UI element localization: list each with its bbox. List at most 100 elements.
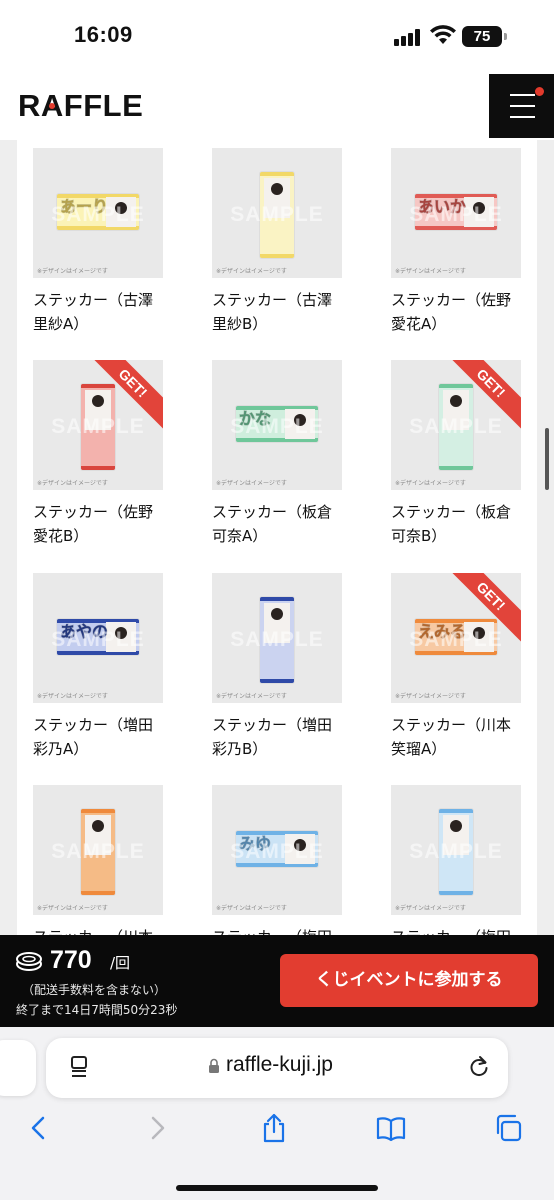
coin-icon [16, 952, 42, 971]
sample-watermark: SAMPLE [51, 840, 145, 863]
sticker-band [439, 384, 473, 388]
product-image[interactable]: えみる SAMPLE ※デザインはイメージです GET! [391, 573, 521, 703]
product-image[interactable]: かな SAMPLE ※デザインはイメージです [212, 360, 342, 490]
sample-watermark: SAMPLE [409, 415, 503, 438]
notification-dot [535, 87, 544, 96]
sample-watermark: SAMPLE [51, 415, 145, 438]
image-disclaimer: ※デザインはイメージです [37, 693, 108, 700]
sticker-band [439, 891, 473, 895]
product-label[interactable]: ステッカー（梅田 [212, 925, 342, 935]
product-image[interactable]: あいか SAMPLE ※デザインはイメージです [391, 148, 521, 278]
product-card[interactable]: SAMPLE ※デザインはイメージです GET! ステッカー（板倉 可奈B） [391, 360, 521, 548]
sample-watermark: SAMPLE [409, 203, 503, 226]
image-disclaimer: ※デザインはイメージです [37, 268, 108, 275]
back-icon[interactable] [24, 1112, 54, 1144]
member-hair [450, 395, 462, 407]
price-unit: /回 [110, 954, 131, 972]
product-label[interactable]: ステッカー（梅田 [391, 925, 521, 935]
image-disclaimer: ※デザインはイメージです [216, 480, 287, 487]
scrollbar[interactable] [545, 428, 549, 490]
product-label[interactable]: ステッカー（板倉 可奈B） [391, 500, 521, 548]
image-disclaimer: ※デザインはイメージです [395, 693, 466, 700]
sticker-band [260, 597, 294, 601]
product-label[interactable]: ステッカー（川本 笑瑠A） [391, 713, 521, 761]
product-label[interactable]: ステッカー（増田 彩乃B） [212, 713, 342, 761]
product-card[interactable]: SAMPLE ※デザインはイメージですステッカー（川本 [33, 785, 163, 935]
bookmarks-icon[interactable] [376, 1112, 406, 1144]
sticker-band [81, 891, 115, 895]
image-disclaimer: ※デザインはイメージです [395, 268, 466, 275]
cellular-signal-icon [394, 28, 422, 46]
product-label[interactable]: ステッカー（佐野 愛花A） [391, 288, 521, 336]
product-label[interactable]: ステッカー（川本 [33, 925, 163, 935]
forward-icon[interactable] [142, 1112, 172, 1144]
member-hair [92, 395, 104, 407]
image-disclaimer: ※デザインはイメージです [37, 905, 108, 912]
image-disclaimer: ※デザインはイメージです [395, 480, 466, 487]
home-indicator [176, 1185, 378, 1191]
image-disclaimer: ※デザインはイメージです [216, 693, 287, 700]
member-hair [271, 183, 283, 195]
battery-indicator: 75 [462, 26, 507, 47]
product-card[interactable]: SAMPLE ※デザインはイメージですステッカー（梅田 [391, 785, 521, 935]
tabs-icon[interactable] [494, 1112, 524, 1144]
product-image[interactable]: SAMPLE ※デザインはイメージです GET! [33, 360, 163, 490]
product-card[interactable]: あいか SAMPLE ※デザインはイメージです ステッカー（佐野 愛花A） [391, 148, 521, 336]
image-disclaimer: ※デザインはイメージです [216, 905, 287, 912]
hamburger-menu-button[interactable] [489, 74, 554, 138]
product-image[interactable]: SAMPLE ※デザインはイメージです [212, 148, 342, 278]
product-card[interactable]: あーり SAMPLE ※デザインはイメージです ステッカー（古澤 里紗A） [33, 148, 163, 336]
sticker-band [260, 679, 294, 683]
reload-icon[interactable] [468, 1054, 490, 1078]
menu-icon-bar [510, 116, 535, 118]
countdown-timer: 終了まで14日7時間50分23秒 [16, 1003, 178, 1017]
raffle-logo[interactable]: RAFFLE [18, 88, 143, 124]
product-label[interactable]: ステッカー（古澤 里紗B） [212, 288, 342, 336]
logo-dot [49, 103, 55, 109]
status-bar: 16:09 75 [0, 0, 554, 66]
product-image[interactable]: SAMPLE ※デザインはイメージです [391, 785, 521, 915]
status-time: 16:09 [74, 22, 133, 47]
share-icon[interactable] [259, 1112, 289, 1144]
product-image[interactable]: SAMPLE ※デザインはイメージです GET! [391, 360, 521, 490]
sticker-band [260, 172, 294, 176]
price-value: 770 [50, 946, 92, 974]
previous-tab-preview[interactable] [0, 1040, 36, 1096]
product-image[interactable]: みゆ SAMPLE ※デザインはイメージです [212, 785, 342, 915]
product-image[interactable]: あやの SAMPLE ※デザインはイメージです [33, 573, 163, 703]
join-raffle-button[interactable]: くじイベントに参加する [280, 954, 538, 1007]
product-label[interactable]: ステッカー（板倉 可奈A） [212, 500, 342, 548]
image-disclaimer: ※デザインはイメージです [37, 480, 108, 487]
product-image[interactable]: あーり SAMPLE ※デザインはイメージです [33, 148, 163, 278]
image-disclaimer: ※デザインはイメージです [216, 268, 287, 275]
sample-watermark: SAMPLE [230, 203, 324, 226]
product-card[interactable]: SAMPLE ※デザインはイメージですステッカー（古澤 里紗B） [212, 148, 342, 336]
sticker-band [439, 809, 473, 813]
product-card[interactable]: かな SAMPLE ※デザインはイメージですステッカー（板倉 可奈A） [212, 360, 342, 548]
product-label[interactable]: ステッカー（佐野 愛花B） [33, 500, 163, 548]
product-label[interactable]: ステッカー（古澤 里紗A） [33, 288, 163, 336]
lock-icon [209, 1058, 219, 1073]
product-card[interactable]: SAMPLE ※デザインはイメージですステッカー（増田 彩乃B） [212, 573, 342, 761]
sample-watermark: SAMPLE [51, 203, 145, 226]
sample-watermark: SAMPLE [409, 628, 503, 651]
menu-icon [510, 94, 535, 96]
product-label[interactable]: ステッカー（増田 彩乃A） [33, 713, 163, 761]
product-card[interactable]: あやの SAMPLE ※デザインはイメージです ステッカー（増田 彩乃A） [33, 573, 163, 761]
sticker-band [260, 254, 294, 258]
fee-note: （配送手数料を含まない） [22, 983, 167, 997]
member-hair [450, 820, 462, 832]
site-header: RAFFLE [0, 66, 554, 140]
sample-watermark: SAMPLE [409, 840, 503, 863]
member-hair [92, 820, 104, 832]
image-disclaimer: ※デザインはイメージです [395, 905, 466, 912]
product-image[interactable]: SAMPLE ※デザインはイメージです [212, 573, 342, 703]
product-card[interactable]: えみる SAMPLE ※デザインはイメージです GET! ステッカー（川本 笑瑠A） [391, 573, 521, 761]
sample-watermark: SAMPLE [51, 628, 145, 651]
product-card[interactable]: SAMPLE ※デザインはイメージです GET! ステッカー（佐野 愛花B） [33, 360, 163, 548]
sticker-band [81, 384, 115, 388]
url-text[interactable]: raffle-kuji.jp [226, 1053, 333, 1077]
product-card[interactable]: みゆSAMPLE※デザインはイメージですステッカー（梅田 [212, 785, 342, 935]
page-menu-icon[interactable] [68, 1055, 90, 1079]
product-image[interactable]: SAMPLE ※デザインはイメージです [33, 785, 163, 915]
